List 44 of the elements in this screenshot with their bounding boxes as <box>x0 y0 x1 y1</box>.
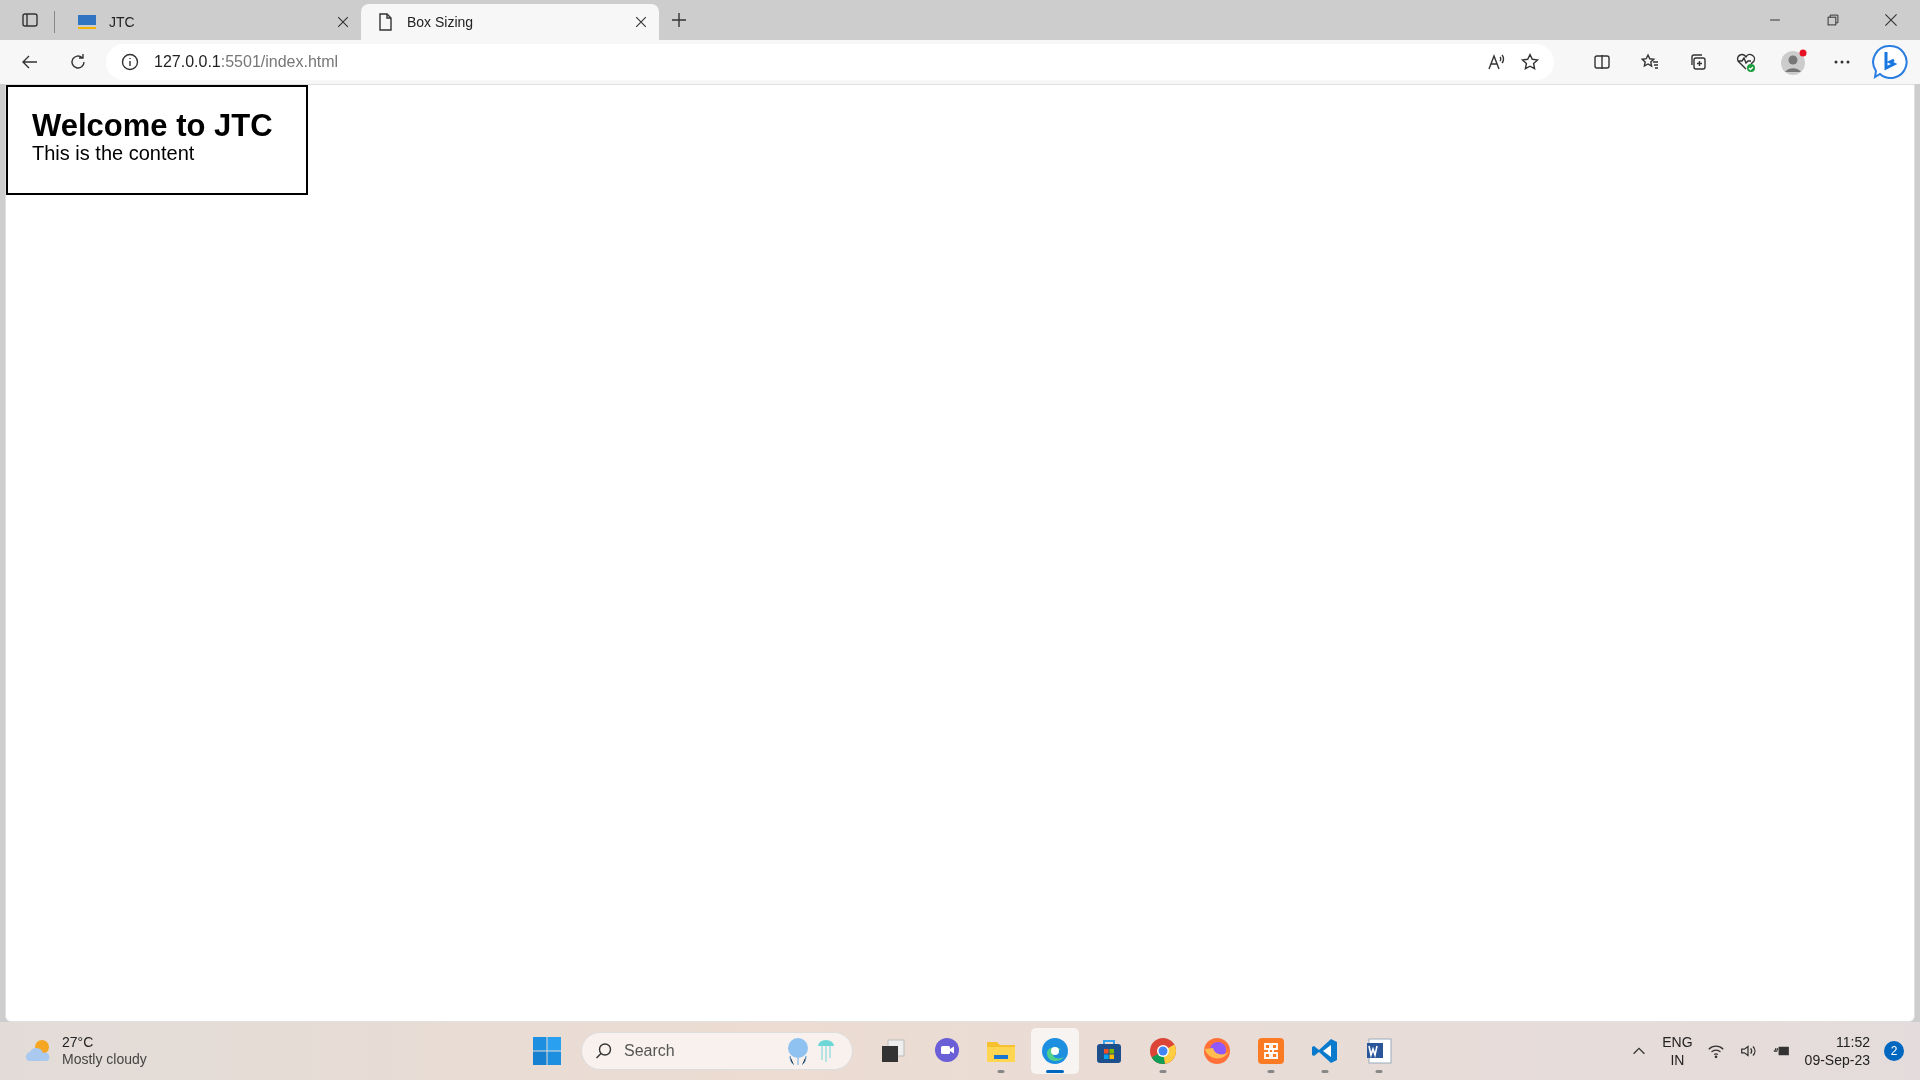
heartbeat-check-icon <box>1735 51 1757 73</box>
star-icon <box>1520 52 1540 72</box>
language-indicator[interactable]: ENG IN <box>1662 1032 1693 1070</box>
close-icon <box>1883 12 1899 28</box>
close-icon <box>633 14 649 30</box>
shopping-bag-icon <box>1095 1037 1123 1065</box>
url-text: 127.0.0.1:5501/index.html <box>154 53 339 71</box>
taskbar-search-field[interactable]: Search <box>581 1032 853 1070</box>
video-chat-icon <box>933 1037 961 1065</box>
restore-icon <box>1826 13 1840 27</box>
split-screen-icon <box>1592 52 1612 72</box>
collections-icon <box>1688 52 1708 72</box>
search-icon <box>594 1041 614 1061</box>
refresh-icon <box>68 52 88 72</box>
chat-bubble-b-icon <box>1872 44 1908 80</box>
copilot-button[interactable] <box>1870 44 1910 80</box>
page-text: This is the content <box>32 141 196 165</box>
close-icon <box>335 14 351 30</box>
wifi-icon <box>1706 1042 1725 1060</box>
weather-condition-text: Mostly cloudy <box>62 1051 147 1069</box>
clock[interactable]: 11:52 09-Sep-23 <box>1804 1032 1870 1070</box>
plus-icon <box>669 10 689 30</box>
star-list-icon <box>1640 52 1660 72</box>
overlapping-squares-icon <box>880 1038 906 1064</box>
avatar-icon <box>1780 48 1808 76</box>
search-placeholder: Search <box>624 1042 676 1060</box>
speaker-icon <box>1738 1042 1757 1060</box>
windows-logo-icon <box>532 1036 562 1066</box>
ellipsis-icon <box>1834 60 1850 64</box>
ribbon-logo-icon <box>1311 1037 1339 1065</box>
rounded-square-logo-icon <box>1257 1037 1285 1065</box>
document-w-icon <box>1365 1037 1393 1065</box>
browser-tab[interactable]: JTC <box>63 4 361 40</box>
read-aloud-icon <box>1486 52 1506 72</box>
window-icon <box>20 10 40 30</box>
tri-color-circle-icon <box>1148 1036 1178 1066</box>
browser-tab[interactable]: Box Sizing <box>361 4 659 40</box>
notification-badge[interactable]: 2 <box>1884 1041 1904 1061</box>
address-bar[interactable]: 127.0.0.1:5501/index.html <box>106 44 1554 80</box>
taskbar-app[interactable] <box>1031 1028 1079 1074</box>
wave-circle-icon <box>1040 1036 1070 1066</box>
temperature-text: 27°C <box>62 1033 95 1051</box>
page-heading: Welcome to JTC <box>32 110 274 141</box>
info-icon <box>120 52 140 72</box>
